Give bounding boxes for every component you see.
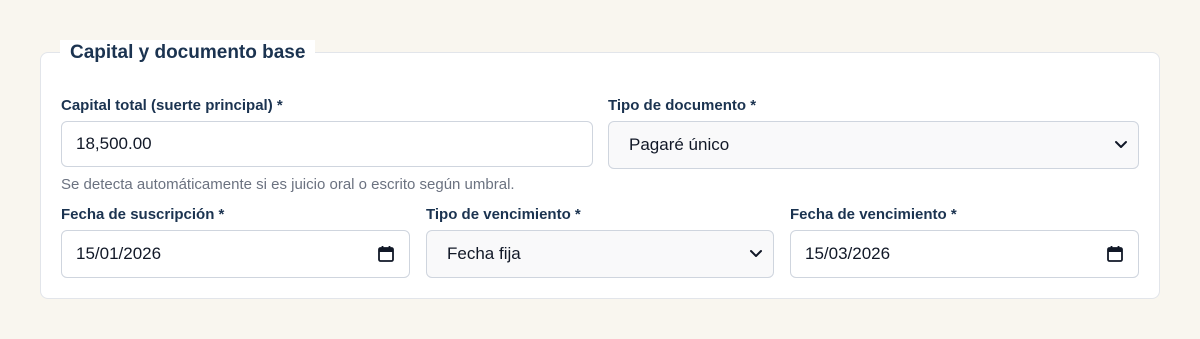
fecha-suscripcion-value: 15/01/2026: [76, 244, 162, 263]
fecha-vencimiento-label: Fecha de vencimiento *: [790, 206, 957, 223]
tipo-vencimiento-label: Tipo de vencimiento *: [426, 206, 581, 223]
chevron-down-icon: [750, 250, 762, 257]
capital-help-text: Se detecta automáticamente si es juicio …: [61, 176, 515, 193]
fecha-suscripcion-label: Fecha de suscripción *: [61, 206, 225, 223]
capital-input[interactable]: 18,500.00: [61, 121, 593, 167]
calendar-icon[interactable]: [377, 245, 395, 263]
fecha-vencimiento-value: 15/03/2026: [805, 244, 891, 263]
tipo-vencimiento-value: Fecha fija: [447, 244, 521, 263]
section-legend: Capital y documento base: [60, 40, 316, 66]
capital-value: 18,500.00: [76, 134, 152, 153]
tipo-documento-select[interactable]: Pagaré único: [608, 121, 1139, 169]
calendar-icon[interactable]: [1106, 245, 1124, 263]
tipo-documento-label: Tipo de documento *: [608, 97, 757, 114]
tipo-documento-value: Pagaré único: [629, 135, 730, 154]
tipo-vencimiento-select[interactable]: Fecha fija: [426, 230, 774, 278]
chevron-down-icon: [1115, 141, 1127, 148]
fecha-suscripcion-input[interactable]: 15/01/2026: [61, 230, 410, 278]
fecha-vencimiento-input[interactable]: 15/03/2026: [790, 230, 1139, 278]
capital-label: Capital total (suerte principal) *: [61, 97, 283, 114]
